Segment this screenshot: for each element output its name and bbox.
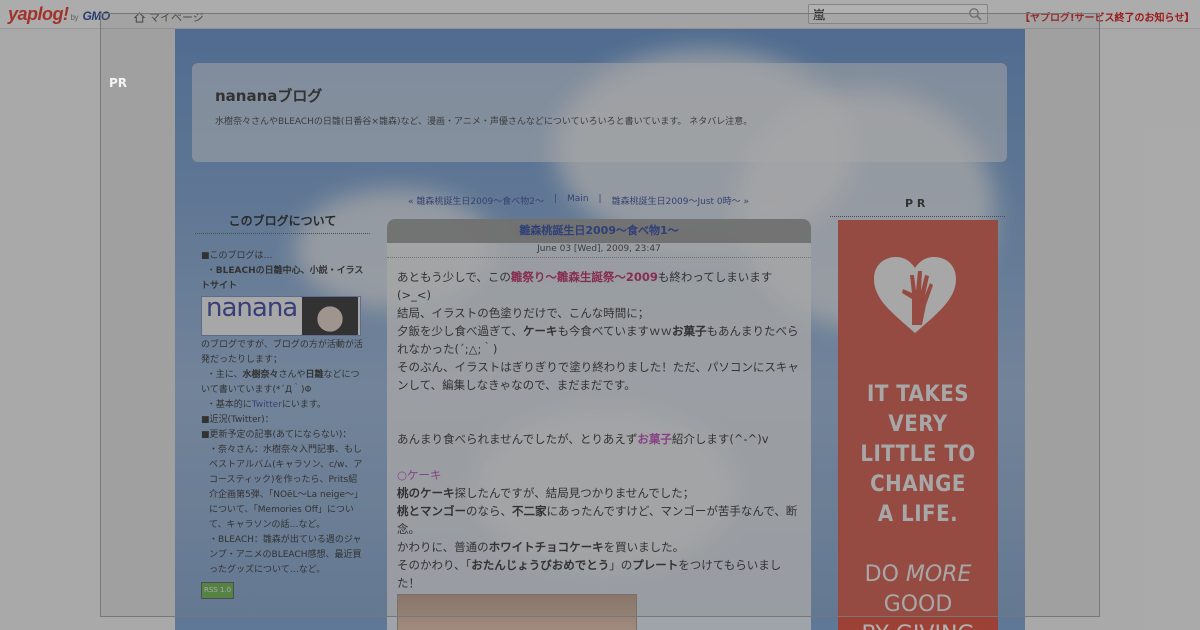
overlay-pr-label: PR xyxy=(109,76,128,90)
close-icon[interactable] xyxy=(99,0,145,12)
ad-overlay-frame xyxy=(100,13,1100,617)
